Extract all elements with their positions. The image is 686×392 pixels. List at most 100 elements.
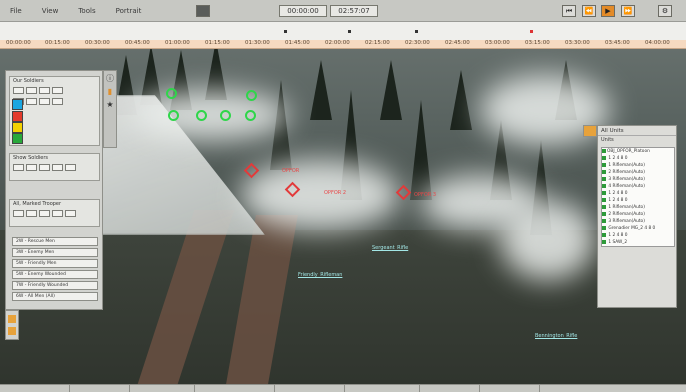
friendly-unit-marker[interactable] — [246, 90, 257, 101]
button-row — [10, 96, 99, 107]
time-tick: 00:45:00 — [125, 40, 150, 46]
tree — [450, 70, 472, 130]
tree-row[interactable]: 3 Rifleman(Auto) — [602, 176, 674, 183]
filter-button[interactable] — [26, 98, 37, 105]
time-tick: 01:15:00 — [205, 40, 230, 46]
filter-button[interactable] — [26, 87, 37, 94]
friendly-label[interactable]: Bennington_Rifle — [535, 333, 577, 339]
color-swatch-green[interactable] — [12, 133, 23, 144]
marked-section: All, Marked Trooper — [9, 199, 100, 227]
time-tick: 04:00:00 — [645, 40, 670, 46]
star-icon[interactable]: ★ — [105, 100, 115, 110]
unit-tree[interactable]: OBJ_OPFOR_Platoon 1 2 4 8 0 1 Rifleman(A… — [601, 147, 675, 247]
tree-row[interactable]: 1 2 4 8 0 — [602, 197, 674, 204]
time-tick: 01:45:00 — [285, 40, 310, 46]
tree-row[interactable]: Grenadier MG_2 4 8 0 — [602, 225, 674, 232]
friendly-unit-marker[interactable] — [220, 110, 231, 121]
skip-to-start-icon[interactable]: ⏮ — [562, 5, 576, 17]
menu-file[interactable]: File — [0, 7, 32, 15]
tree-row[interactable]: 1 2 4 8 0 — [602, 155, 674, 162]
list-item[interactable]: 5W - Enemy Wounded — [12, 270, 98, 279]
end-time-display[interactable]: 02:57:07 — [330, 5, 378, 17]
show-button[interactable] — [65, 164, 76, 171]
left-dock — [5, 310, 19, 340]
settings-icon[interactable]: ⚙ — [658, 5, 672, 17]
current-time-display[interactable]: 00:00:00 — [279, 5, 327, 17]
tree — [380, 60, 402, 120]
show-button[interactable] — [13, 164, 24, 171]
tree-row[interactable]: 3 Rifleman(Auto) — [602, 218, 674, 225]
dock-icon[interactable] — [8, 315, 16, 323]
tree-row[interactable]: 1 Rifleman(Auto) — [602, 162, 674, 169]
recorder-icon[interactable] — [196, 5, 210, 17]
filter-button[interactable] — [39, 98, 50, 105]
tree-row[interactable]: 4 Rifleman(Auto) — [602, 183, 674, 190]
marked-button[interactable] — [52, 210, 63, 217]
enemy-label: OPFOR 2 — [324, 190, 347, 196]
color-swatch-blue[interactable] — [12, 99, 23, 110]
tree-row[interactable]: 1 Rifleman(Auto) — [602, 204, 674, 211]
play-icon[interactable]: ▶ — [601, 5, 615, 17]
right-panel-toggle-icon[interactable] — [583, 125, 597, 137]
list-item[interactable]: 6W - All Men (All) — [12, 292, 98, 301]
filter-button[interactable] — [39, 87, 50, 94]
show-button[interactable] — [26, 164, 37, 171]
enemy-label: OPFOR 3 — [414, 192, 437, 198]
filter-button[interactable] — [52, 98, 63, 105]
timeline-ruler[interactable]: 00:00:00 00:15:00 00:30:00 00:45:00 01:0… — [0, 40, 686, 49]
friendly-unit-marker[interactable] — [166, 88, 177, 99]
status-cell — [480, 385, 540, 392]
time-tick: 00:30:00 — [85, 40, 110, 46]
chart-icon[interactable]: ▮ — [105, 87, 115, 97]
list-item[interactable]: 2W - Rescue Men — [12, 237, 98, 246]
menu-portrait[interactable]: Portrait — [106, 7, 152, 15]
marked-button[interactable] — [13, 210, 24, 217]
color-swatch-yellow[interactable] — [12, 122, 23, 133]
tree-row[interactable]: 1 SAW_2 — [602, 239, 674, 246]
time-tick: 01:30:00 — [245, 40, 270, 46]
time-tick: 03:00:00 — [485, 40, 510, 46]
show-button[interactable] — [39, 164, 50, 171]
section-title: All, Marked Trooper — [13, 201, 62, 207]
fog — [130, 90, 290, 140]
friendly-unit-marker[interactable] — [168, 110, 179, 121]
friendly-label[interactable]: Friendly_Rifleman — [298, 272, 342, 278]
friendly-unit-marker[interactable] — [196, 110, 207, 121]
event-marker[interactable] — [530, 30, 533, 33]
status-cell — [70, 385, 130, 392]
list-item[interactable]: 5W - Friendly Men — [12, 259, 98, 268]
section-title: Show Soldiers — [13, 155, 49, 161]
marked-button[interactable] — [65, 210, 76, 217]
panel-title: All Units — [598, 126, 676, 136]
list-item[interactable]: 3W - Enemy Men — [12, 248, 98, 257]
color-swatch-red[interactable] — [12, 111, 23, 122]
fog — [240, 160, 400, 230]
button-row — [10, 162, 99, 173]
show-button[interactable] — [52, 164, 63, 171]
event-marker[interactable] — [415, 30, 418, 33]
fast-forward-icon[interactable]: ⏩ — [621, 5, 635, 17]
status-cell — [420, 385, 480, 392]
panel-subtitle: Units — [601, 137, 614, 143]
friendly-unit-marker[interactable] — [245, 110, 256, 121]
tree-row[interactable]: OBJ_OPFOR_Platoon — [602, 148, 674, 155]
filter-button[interactable] — [52, 87, 63, 94]
tree-row[interactable]: 2 Rifleman(Auto) — [602, 211, 674, 218]
event-marker[interactable] — [284, 30, 287, 33]
marked-button[interactable] — [39, 210, 50, 217]
button-row — [10, 208, 99, 219]
list-item[interactable]: 7W - Friendly Wounded — [12, 281, 98, 290]
tree-row[interactable]: 1 2 4 8 0 — [602, 190, 674, 197]
menu-tools[interactable]: Tools — [68, 7, 105, 15]
dock-icon[interactable] — [8, 327, 16, 335]
menu-view[interactable]: View — [32, 7, 69, 15]
info-icon[interactable]: ⓘ — [105, 74, 115, 84]
friendly-label[interactable]: Sergeant_Rifle — [372, 245, 408, 251]
marked-button[interactable] — [26, 210, 37, 217]
event-marker[interactable] — [348, 30, 351, 33]
tree-row[interactable]: 2 Rifleman(Auto) — [602, 169, 674, 176]
rewind-icon[interactable]: ⏪ — [582, 5, 596, 17]
time-tick: 00:15:00 — [45, 40, 70, 46]
filter-button[interactable] — [13, 87, 24, 94]
tree-row[interactable]: 1 2 4 8 0 — [602, 232, 674, 239]
